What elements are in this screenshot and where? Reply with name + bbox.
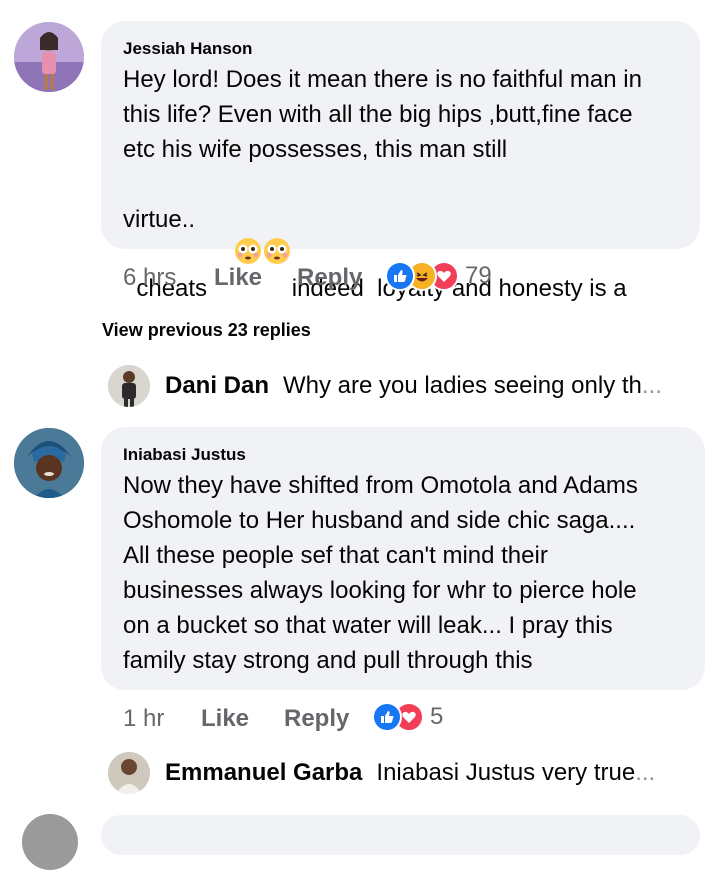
comment-text-line: All these people sef that can't mind the…	[123, 542, 548, 569]
comment-text-line: virtue..	[123, 206, 196, 233]
like-icon	[385, 261, 415, 291]
reply-snippet: Iniabasi Justus very true...	[376, 759, 655, 787]
reply-author[interactable]: Emmanuel Garba	[165, 759, 362, 787]
comment-timestamp: 6 hrs	[123, 264, 177, 291]
flushed-emoji-icon	[207, 202, 292, 310]
comment-bubble-3	[101, 815, 700, 855]
reply-button[interactable]: Reply	[284, 705, 349, 733]
comment-text-line: family stay strong and pull through this	[123, 647, 533, 674]
comment-text-line: this life? Even with all the big hips ,b…	[123, 101, 633, 128]
avatar-iniabasi-justus[interactable]	[14, 428, 84, 498]
reaction-summary[interactable]: 79	[385, 261, 492, 291]
avatar-emmanuel-garba[interactable]	[108, 752, 150, 794]
reply-ellipsis: ...	[635, 759, 656, 786]
reply-button[interactable]: Reply	[297, 264, 362, 292]
reply-author[interactable]: Dani Dan	[165, 372, 269, 400]
avatar-dani-dan[interactable]	[108, 365, 150, 407]
avatar-next-comment[interactable]	[22, 814, 78, 870]
comment-text-line-with-emoji: cheats indeed loyalty and honesty is a	[123, 167, 627, 310]
reply-snippet-text: Iniabasi Justus very true	[376, 759, 636, 786]
like-button[interactable]: Like	[214, 264, 262, 292]
comment-author-2[interactable]: Iniabasi Justus	[123, 445, 246, 465]
like-button[interactable]: Like	[201, 705, 249, 733]
comment-text-line: Now they have shifted from Omotola and A…	[123, 472, 638, 499]
like-icon	[372, 702, 402, 732]
avatar-jessiah-hanson[interactable]	[14, 22, 84, 92]
comment-timestamp: 1 hr	[123, 705, 165, 732]
reply-preview-emmanuel-garba[interactable]: Emmanuel Garba Iniabasi Justus very true…	[165, 759, 685, 787]
reply-snippet-text: Why are you ladies seeing only th	[283, 372, 642, 399]
reaction-count: 79	[465, 262, 492, 289]
reaction-count: 5	[430, 703, 444, 730]
comment-author-1[interactable]: Jessiah Hanson	[123, 39, 252, 59]
reply-snippet: Why are you ladies seeing only th...	[283, 372, 662, 400]
reaction-summary[interactable]: 5	[372, 702, 443, 732]
comment-text-line: on a bucket so that water will leak... I…	[123, 612, 613, 639]
comment-text-line: Oshomole to Her husband and side chic sa…	[123, 507, 636, 534]
view-previous-replies-link[interactable]: View previous 23 replies	[102, 320, 311, 341]
comment-text-line: Hey lord! Does it mean there is no faith…	[123, 66, 642, 93]
reply-preview-dani-dan[interactable]: Dani Dan Why are you ladies seeing only …	[165, 372, 685, 400]
comment-text-line: businesses always looking for whr to pie…	[123, 577, 637, 604]
reply-ellipsis: ...	[641, 372, 662, 399]
comment-text-line: etc his wife possesses, this man still	[123, 136, 508, 163]
